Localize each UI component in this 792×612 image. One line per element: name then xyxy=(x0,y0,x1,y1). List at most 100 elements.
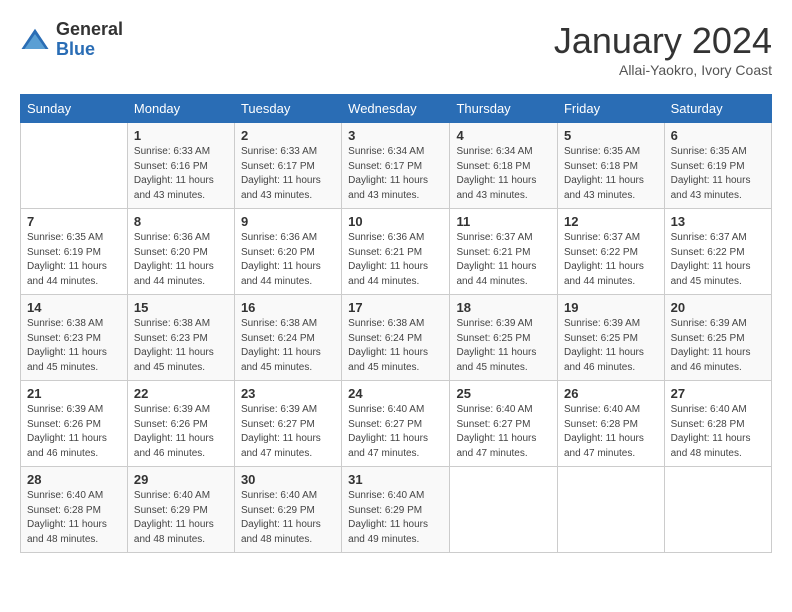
month-title: January 2024 xyxy=(554,20,772,62)
calendar-cell xyxy=(450,467,558,553)
calendar-cell: 25 Sunrise: 6:40 AM Sunset: 6:27 PM Dayli… xyxy=(450,381,558,467)
day-info: Sunrise: 6:38 AM Sunset: 6:24 PM Dayligh… xyxy=(241,317,335,375)
calendar-cell: 15Sunrise: 6:38 AM Sunset: 6:23 PM Dayli… xyxy=(127,295,234,381)
calendar-body: 1 Sunrise: 6:33 AM Sunset: 6:16 PM Daylig… xyxy=(21,123,772,553)
day-info: Sunrise: 6:38 AM Sunset: 6:23 PM Dayligh… xyxy=(27,317,121,375)
day-info: Sunrise: 6:39 AM Sunset: 6:25 PM Dayligh… xyxy=(456,317,551,375)
day-number: 19 xyxy=(564,300,658,315)
day-info: Sunrise: 6:40 AM Sunset: 6:28 PM Dayligh… xyxy=(564,403,658,461)
calendar-cell xyxy=(664,467,771,553)
calendar-cell: 10 Sunrise: 6:36 AM Sunset: 6:21 PM Dayli… xyxy=(342,209,450,295)
day-number: 30 xyxy=(241,472,335,487)
calendar-cell: 14Sunrise: 6:38 AM Sunset: 6:23 PM Dayli… xyxy=(21,295,128,381)
calendar-cell: 13 Sunrise: 6:37 AM Sunset: 6:22 PM Dayli… xyxy=(664,209,771,295)
day-of-week-header: Thursday xyxy=(450,95,558,123)
day-of-week-header: Tuesday xyxy=(234,95,341,123)
day-number: 21 xyxy=(27,386,121,401)
location-subtitle: Allai-Yaokro, Ivory Coast xyxy=(554,62,772,78)
day-number: 10 xyxy=(348,214,443,229)
day-number: 6 xyxy=(671,128,765,143)
calendar-cell: 27 Sunrise: 6:40 AM Sunset: 6:28 PM Dayli… xyxy=(664,381,771,467)
day-number: 22 xyxy=(134,386,228,401)
day-number: 27 xyxy=(671,386,765,401)
day-info: Sunrise: 6:40 AM Sunset: 6:29 PM Dayligh… xyxy=(348,489,443,547)
calendar-cell: 8Sunrise: 6:36 AM Sunset: 6:20 PM Daylig… xyxy=(127,209,234,295)
calendar-cell: 17 Sunrise: 6:38 AM Sunset: 6:24 PM Dayli… xyxy=(342,295,450,381)
day-number: 5 xyxy=(564,128,658,143)
day-of-week-header: Friday xyxy=(557,95,664,123)
calendar-week-row: 14Sunrise: 6:38 AM Sunset: 6:23 PM Dayli… xyxy=(21,295,772,381)
title-area: January 2024 Allai-Yaokro, Ivory Coast xyxy=(554,20,772,78)
day-number: 17 xyxy=(348,300,443,315)
day-number: 28 xyxy=(27,472,121,487)
day-number: 4 xyxy=(456,128,551,143)
calendar-cell: 22 Sunrise: 6:39 AM Sunset: 6:26 PM Dayli… xyxy=(127,381,234,467)
day-info: Sunrise: 6:40 AM Sunset: 6:29 PM Dayligh… xyxy=(134,489,228,547)
day-info: Sunrise: 6:35 AM Sunset: 6:19 PM Dayligh… xyxy=(27,231,121,289)
calendar-week-row: 28 Sunrise: 6:40 AM Sunset: 6:28 PM Dayli… xyxy=(21,467,772,553)
logo-blue-text: Blue xyxy=(56,40,123,60)
logo-general-text: General xyxy=(56,20,123,40)
calendar-header-row: SundayMondayTuesdayWednesdayThursdayFrid… xyxy=(21,95,772,123)
calendar-header: SundayMondayTuesdayWednesdayThursdayFrid… xyxy=(21,95,772,123)
day-of-week-header: Saturday xyxy=(664,95,771,123)
header: General Blue January 2024 Allai-Yaokro, … xyxy=(20,20,772,78)
day-number: 26 xyxy=(564,386,658,401)
calendar-cell: 7 Sunrise: 6:35 AM Sunset: 6:19 PM Daylig… xyxy=(21,209,128,295)
calendar-cell: 19Sunrise: 6:39 AM Sunset: 6:25 PM Dayli… xyxy=(557,295,664,381)
day-number: 2 xyxy=(241,128,335,143)
calendar-cell xyxy=(21,123,128,209)
day-number: 12 xyxy=(564,214,658,229)
day-info: Sunrise: 6:34 AM Sunset: 6:18 PM Dayligh… xyxy=(456,145,551,203)
calendar-week-row: 1 Sunrise: 6:33 AM Sunset: 6:16 PM Daylig… xyxy=(21,123,772,209)
day-info: Sunrise: 6:33 AM Sunset: 6:17 PM Dayligh… xyxy=(241,145,335,203)
day-info: Sunrise: 6:40 AM Sunset: 6:28 PM Dayligh… xyxy=(27,489,121,547)
day-number: 16 xyxy=(241,300,335,315)
calendar-cell: 4 Sunrise: 6:34 AM Sunset: 6:18 PM Daylig… xyxy=(450,123,558,209)
day-info: Sunrise: 6:33 AM Sunset: 6:16 PM Dayligh… xyxy=(134,145,228,203)
day-info: Sunrise: 6:34 AM Sunset: 6:17 PM Dayligh… xyxy=(348,145,443,203)
day-info: Sunrise: 6:37 AM Sunset: 6:22 PM Dayligh… xyxy=(671,231,765,289)
day-info: Sunrise: 6:38 AM Sunset: 6:24 PM Dayligh… xyxy=(348,317,443,375)
calendar-table: SundayMondayTuesdayWednesdayThursdayFrid… xyxy=(20,94,772,553)
calendar-cell: 2 Sunrise: 6:33 AM Sunset: 6:17 PM Daylig… xyxy=(234,123,341,209)
day-number: 9 xyxy=(241,214,335,229)
calendar-cell: 23 Sunrise: 6:39 AM Sunset: 6:27 PM Dayli… xyxy=(234,381,341,467)
day-number: 25 xyxy=(456,386,551,401)
calendar-cell: 3Sunrise: 6:34 AM Sunset: 6:17 PM Daylig… xyxy=(342,123,450,209)
calendar-week-row: 7 Sunrise: 6:35 AM Sunset: 6:19 PM Daylig… xyxy=(21,209,772,295)
day-info: Sunrise: 6:36 AM Sunset: 6:21 PM Dayligh… xyxy=(348,231,443,289)
day-info: Sunrise: 6:39 AM Sunset: 6:26 PM Dayligh… xyxy=(134,403,228,461)
calendar-cell: 30 Sunrise: 6:40 AM Sunset: 6:29 PM Dayli… xyxy=(234,467,341,553)
calendar-cell: 18Sunrise: 6:39 AM Sunset: 6:25 PM Dayli… xyxy=(450,295,558,381)
day-number: 23 xyxy=(241,386,335,401)
day-info: Sunrise: 6:35 AM Sunset: 6:18 PM Dayligh… xyxy=(564,145,658,203)
day-info: Sunrise: 6:40 AM Sunset: 6:27 PM Dayligh… xyxy=(348,403,443,461)
day-number: 1 xyxy=(134,128,228,143)
day-number: 13 xyxy=(671,214,765,229)
calendar-cell: 1 Sunrise: 6:33 AM Sunset: 6:16 PM Daylig… xyxy=(127,123,234,209)
calendar-cell: 12Sunrise: 6:37 AM Sunset: 6:22 PM Dayli… xyxy=(557,209,664,295)
day-info: Sunrise: 6:40 AM Sunset: 6:29 PM Dayligh… xyxy=(241,489,335,547)
day-of-week-header: Sunday xyxy=(21,95,128,123)
day-number: 8 xyxy=(134,214,228,229)
calendar-cell: 24 Sunrise: 6:40 AM Sunset: 6:27 PM Dayli… xyxy=(342,381,450,467)
calendar-cell: 31 Sunrise: 6:40 AM Sunset: 6:29 PM Dayli… xyxy=(342,467,450,553)
day-number: 24 xyxy=(348,386,443,401)
calendar-cell: 9Sunrise: 6:36 AM Sunset: 6:20 PM Daylig… xyxy=(234,209,341,295)
day-of-week-header: Wednesday xyxy=(342,95,450,123)
calendar-cell xyxy=(557,467,664,553)
day-number: 20 xyxy=(671,300,765,315)
day-info: Sunrise: 6:39 AM Sunset: 6:27 PM Dayligh… xyxy=(241,403,335,461)
logo-text: General Blue xyxy=(56,20,123,60)
day-info: Sunrise: 6:35 AM Sunset: 6:19 PM Dayligh… xyxy=(671,145,765,203)
day-info: Sunrise: 6:40 AM Sunset: 6:27 PM Dayligh… xyxy=(456,403,551,461)
day-of-week-header: Monday xyxy=(127,95,234,123)
calendar-cell: 20Sunrise: 6:39 AM Sunset: 6:25 PM Dayli… xyxy=(664,295,771,381)
day-info: Sunrise: 6:40 AM Sunset: 6:28 PM Dayligh… xyxy=(671,403,765,461)
calendar-week-row: 21 Sunrise: 6:39 AM Sunset: 6:26 PM Dayli… xyxy=(21,381,772,467)
day-number: 31 xyxy=(348,472,443,487)
day-info: Sunrise: 6:39 AM Sunset: 6:26 PM Dayligh… xyxy=(27,403,121,461)
day-number: 7 xyxy=(27,214,121,229)
day-number: 29 xyxy=(134,472,228,487)
